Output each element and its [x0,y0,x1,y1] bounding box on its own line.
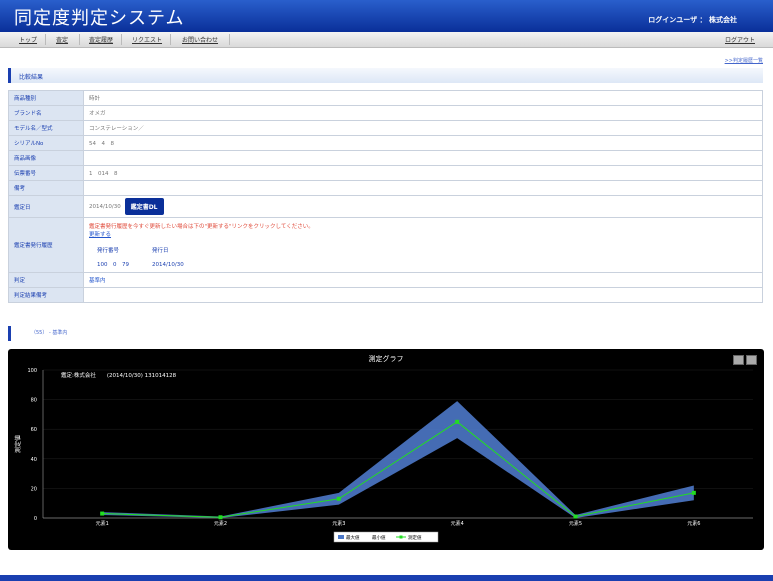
nav-request[interactable]: リクエスト [132,35,162,44]
table-row: 鑑定日 2014/10/30 鑑定書DL [8,195,763,218]
footer-bar [0,575,773,581]
row-label: シリアルNo [8,135,84,151]
y-tick-label: 20 [31,486,37,492]
row-label: 商品種別 [8,90,84,106]
range-band-area [102,401,694,518]
appraisal-date: 2014/10/30 [89,204,121,210]
history-warning: 鑑定書発行履歴を今すぐ更新したい場合は下の"更新する"リンクをクリックしてくださ… [89,224,314,230]
table-row: 商品種別 時計 [8,90,763,106]
row-value: 54 4 8 [83,135,763,151]
x-tick-label: 元素1 [96,520,109,527]
row-value: 時計 [83,90,763,106]
table-row: モデル名／型式 コンステレーション／ [8,120,763,136]
table-row: シリアルNo 54 4 8 [8,135,763,151]
section-title: 比較結果 [19,74,44,81]
nav-bar: トップ 査定 査定履歴 リクエスト お問い合わせ ログアウト [0,32,773,48]
app-header: 同定度判定システム ログインユーザ ： 株式会社 [0,0,773,32]
legend-marker-measured [399,535,403,539]
logout-link[interactable]: ログアウト [725,35,755,44]
measured-point [218,515,223,520]
row-label: 伝票番号 [8,165,84,181]
x-tick-label: 元素5 [569,520,582,527]
nav-appraisal[interactable]: 査定 [56,35,68,44]
table-row: 鑑定書発行履歴 鑑定書発行履歴を今すぐ更新したい場合は下の"更新する"リンクをク… [8,217,763,273]
row-value: オメガ [83,105,763,121]
measurement-chart: 測定グラフ 0 20 40 60 80 100 元素1 元素2 元素3 元素4 元素5 元素6 鑑定:株… [8,349,764,550]
section-header: 比較結果 [8,68,763,83]
row-value [83,150,763,166]
history-update-link[interactable]: 更新する [89,230,757,238]
nav-divider [79,34,80,45]
legend-label-min: 最小値 [372,534,386,541]
measured-point [100,511,105,516]
x-tick-label: 元素4 [451,520,464,527]
app-title: 同定度判定システム [14,8,185,29]
row-label: 鑑定日 [8,195,84,218]
row-label: モデル名／型式 [8,120,84,136]
issue-number: 100 0 79 [97,262,129,268]
row-value: 1 014 8 [83,165,763,181]
row-value [83,287,763,303]
y-tick-label: 80 [31,398,37,404]
legend-label-max: 最大値 [346,534,360,541]
measured-point [455,419,460,424]
row-value [83,180,763,196]
measured-point [336,496,341,501]
row-label: 判定結果備考 [8,287,84,303]
measured-point [573,514,578,519]
table-row: ブランド名 オメガ [8,105,763,121]
table-row: 判定結果備考 [8,287,763,303]
chart-plot: 0 20 40 60 80 100 元素1 元素2 元素3 元素4 元素5 元素6 鑑定:株式会社 (2… [14,368,753,543]
nav-divider [229,34,230,45]
row-label: 鑑定書発行履歴 [8,217,84,273]
y-axis-label: 測定値 [14,435,22,453]
x-tick-label: 元素2 [214,520,227,527]
nav-divider [121,34,122,45]
table-row: 伝票番号 1 014 8 [8,165,763,181]
y-tick-label: 40 [31,457,37,463]
y-tick-label: 60 [31,427,37,433]
table-row: 備考 [8,180,763,196]
judge-history-link[interactable]: >>判定履歴一覧 [725,57,763,64]
nav-appraisal-history[interactable]: 査定履歴 [89,35,113,44]
comparison-table: 商品種別 時計 ブランド名 オメガ モデル名／型式 コンステレーション／ シリア… [8,90,763,303]
x-tick-label: 元素6 [687,520,700,527]
measured-point [691,490,696,495]
table-row: 判定 基準内 [8,272,763,288]
row-value: コンステレーション／ [83,120,763,136]
login-user-label: ログインユーザ ： 株式会社 [648,16,737,24]
table-row: 商品画像 [8,150,763,166]
x-tick-label: 元素3 [332,520,345,527]
issue-date: 2014/10/30 [152,262,184,268]
judge-value: 基準内 [83,272,763,288]
issue-number-header: 発行番号 [97,248,120,254]
y-tick-label: 100 [27,368,37,374]
row-label: ブランド名 [8,105,84,121]
legend-label-measured: 測定値 [408,534,422,541]
nav-divider [170,34,171,45]
chart-annotation: 鑑定:株式会社 (2014/10/30) 131014128 [61,371,177,379]
nav-contact[interactable]: お問い合わせ [182,35,218,44]
nav-divider [45,34,46,45]
row-label: 判定 [8,272,84,288]
legend-swatch-max [338,535,344,539]
certificate-download-button[interactable]: 鑑定書DL [124,198,164,215]
row-label: 商品画像 [8,150,84,166]
row-label: 備考 [8,180,84,196]
issue-date-header: 発行日 [152,248,169,254]
y-tick-label: 0 [34,516,37,522]
nav-top[interactable]: トップ [19,35,37,44]
result-summary: （55） - 基準内 [8,326,67,341]
